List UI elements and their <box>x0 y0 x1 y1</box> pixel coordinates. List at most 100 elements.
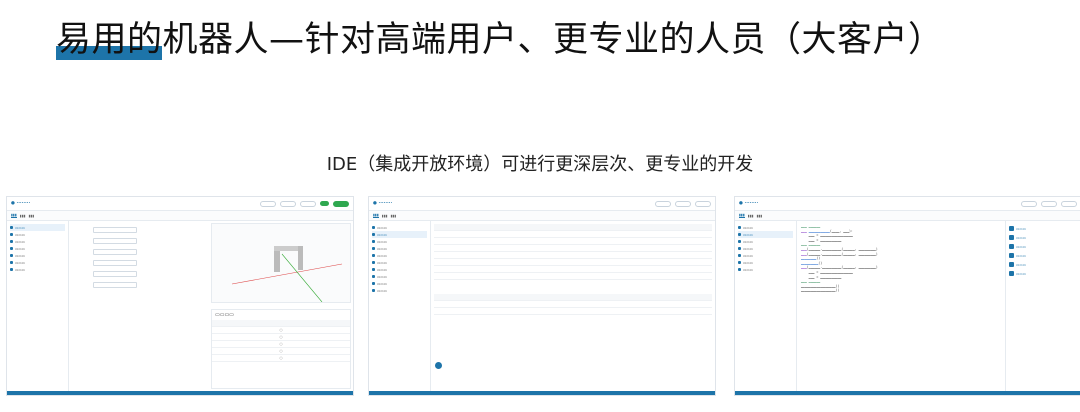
slide-title: 易用的机器人—针对高端用户、更专业的人员（大客户） <box>56 20 944 60</box>
folder-icon <box>372 275 375 278</box>
table-row[interactable]: ○ <box>212 348 350 355</box>
table-panel <box>431 221 715 391</box>
function-item[interactable]: ▭▭▭ <box>1009 233 1078 242</box>
sidebar-item[interactable]: ▭▭▭ <box>372 252 427 259</box>
log-row[interactable] <box>434 301 712 308</box>
function-item[interactable]: ▭▭▭ <box>1009 260 1078 269</box>
toolbar: ▮▮▮ ▮▮▮ ▮▮▮ <box>7 211 353 221</box>
form-field <box>71 247 211 256</box>
sidebar-item[interactable]: ▭▭▭ <box>738 238 793 245</box>
table-row[interactable] <box>434 259 712 266</box>
value-input[interactable] <box>93 248 137 255</box>
toolbar-tab[interactable]: ▮▮▮ <box>11 213 17 218</box>
sidebar-item[interactable]: ▭▭▭ <box>738 266 793 273</box>
toolbar-tab[interactable]: ▮▮▮ <box>757 214 763 218</box>
waypoint-form <box>71 223 211 291</box>
header-pill[interactable] <box>280 200 296 207</box>
sidebar-item[interactable]: ▭▭▭ <box>10 231 65 238</box>
toolbar-tab[interactable]: ▮▮▮ <box>20 214 26 218</box>
header-pill[interactable] <box>655 200 671 207</box>
value-input[interactable] <box>93 270 137 277</box>
sidebar-item[interactable]: ▭▭▭ <box>372 280 427 287</box>
app-brand: ● ········ <box>373 201 393 206</box>
function-icon <box>1009 262 1014 267</box>
sidebar-item[interactable]: ▭▭▭ <box>10 252 65 259</box>
form-field <box>71 225 211 234</box>
table-row[interactable]: ○ <box>212 341 350 348</box>
function-item[interactable]: ▭▭▭ <box>1009 242 1078 251</box>
sidebar-item[interactable]: ▭▭▭ <box>372 245 427 252</box>
sidebar-item[interactable]: ▭▭▭ <box>372 224 427 231</box>
table-row[interactable]: ○ <box>212 327 350 334</box>
function-panel: ▭▭▭ ▭▭▭ ▭▭▭ ▭▭▭ ▭▭▭ ▭▭▭ <box>1005 221 1080 391</box>
folder-icon <box>372 282 375 285</box>
table-row[interactable] <box>434 245 712 252</box>
sidebar-item[interactable]: ▭▭▭ <box>738 224 793 231</box>
table-row[interactable] <box>434 252 712 259</box>
value-input[interactable] <box>93 226 137 233</box>
header-pill[interactable] <box>300 200 316 207</box>
table-row[interactable]: ○ <box>212 355 350 362</box>
inspect-panel: ▭▭▭▭ ○ ○ ○ ○ ○ <box>211 309 351 389</box>
table-row[interactable] <box>434 266 712 273</box>
sidebar-item[interactable]: ▭▭▭ <box>372 238 427 245</box>
sidebar-item[interactable]: ▭▭▭ <box>372 266 427 273</box>
toolbar-tab[interactable]: ▮▮▮ <box>748 214 754 218</box>
sidebar-item[interactable]: ▭▭▭ <box>738 252 793 259</box>
folder-icon <box>10 240 13 243</box>
sidebar-item[interactable]: ▭▭▭ <box>372 273 427 280</box>
sidebar-item[interactable]: ▭▭▭ <box>10 245 65 252</box>
sidebar-item[interactable]: ▭▭▭ <box>10 238 65 245</box>
value-input[interactable] <box>93 259 137 266</box>
screenshot-code-editor: ● ········ ▮▮▮ ▮▮▮ ▮▮▮ ▭▭▭ ▭▭▭ ▭▭▭ ▭▭▭ ▭… <box>734 196 1080 396</box>
toolbar-tab[interactable]: ▮▮▮ <box>391 214 397 218</box>
header-pill[interactable] <box>1021 200 1037 207</box>
table-row[interactable] <box>434 238 712 245</box>
code-editor[interactable]: ▁▁▁ ▁▁▁▁▁▁ ▁▁▁ ▁▁▁▁▁▁▁▁▁▁▁(▁▁▁▁, ▁▁▁): ▁… <box>797 221 1003 391</box>
sidebar-item[interactable]: ▭▭▭ <box>738 259 793 266</box>
sidebar-item[interactable]: ▭▭▭ <box>372 259 427 266</box>
sidebar-item[interactable]: ▭▭▭ <box>738 245 793 252</box>
folder-icon <box>738 268 741 271</box>
toolbar: ▮▮▮ ▮▮▮ ▮▮▮ <box>369 211 715 221</box>
sidebar-item[interactable]: ▭▭▭ <box>372 231 427 238</box>
header-pill[interactable] <box>1041 200 1057 207</box>
sidebar-item[interactable]: ▭▭▭ <box>10 224 65 231</box>
function-item[interactable]: ▭▭▭ <box>1009 269 1078 278</box>
table-row[interactable] <box>434 231 712 238</box>
function-item[interactable]: ▭▭▭ <box>1009 224 1078 233</box>
form-field <box>71 280 211 289</box>
sidebar-item[interactable]: ▭▭▭ <box>738 231 793 238</box>
folder-icon <box>738 240 741 243</box>
function-icon <box>1009 244 1014 249</box>
folder-icon <box>372 226 375 229</box>
folder-icon <box>372 240 375 243</box>
editor-panel: ▭▭▭▭ ○ ○ ○ ○ ○ <box>69 221 353 391</box>
folder-icon <box>738 247 741 250</box>
sidebar-item[interactable]: ▭▭▭ <box>10 266 65 273</box>
function-item[interactable]: ▭▭▭ <box>1009 251 1078 260</box>
toolbar-tab[interactable]: ▮▮▮ <box>29 214 35 218</box>
sidebar-item[interactable]: ▭▭▭ <box>10 259 65 266</box>
function-icon <box>1009 226 1014 231</box>
log-row[interactable] <box>434 308 712 315</box>
header-pill[interactable] <box>675 200 691 207</box>
toolbar-tab[interactable]: ▮▮▮ <box>739 213 745 218</box>
header-pill[interactable] <box>695 200 711 207</box>
table-row[interactable]: ○ <box>212 334 350 341</box>
value-input[interactable] <box>93 237 137 244</box>
toolbar-tab[interactable]: ▮▮▮ <box>382 214 388 218</box>
folder-icon <box>372 247 375 250</box>
add-icon[interactable] <box>435 362 442 369</box>
sidebar-item[interactable]: ▭▭▭ <box>372 287 427 294</box>
run-button[interactable] <box>333 200 349 207</box>
header-pill[interactable] <box>1061 200 1077 207</box>
value-input[interactable] <box>93 281 137 288</box>
power-toggle[interactable] <box>320 201 329 206</box>
toolbar-tab[interactable]: ▮▮▮ <box>373 213 379 218</box>
folder-icon <box>10 268 13 271</box>
folder-icon <box>738 261 741 264</box>
3d-viewer[interactable] <box>211 223 351 303</box>
header-pill[interactable] <box>260 200 276 207</box>
table-row[interactable] <box>434 273 712 280</box>
